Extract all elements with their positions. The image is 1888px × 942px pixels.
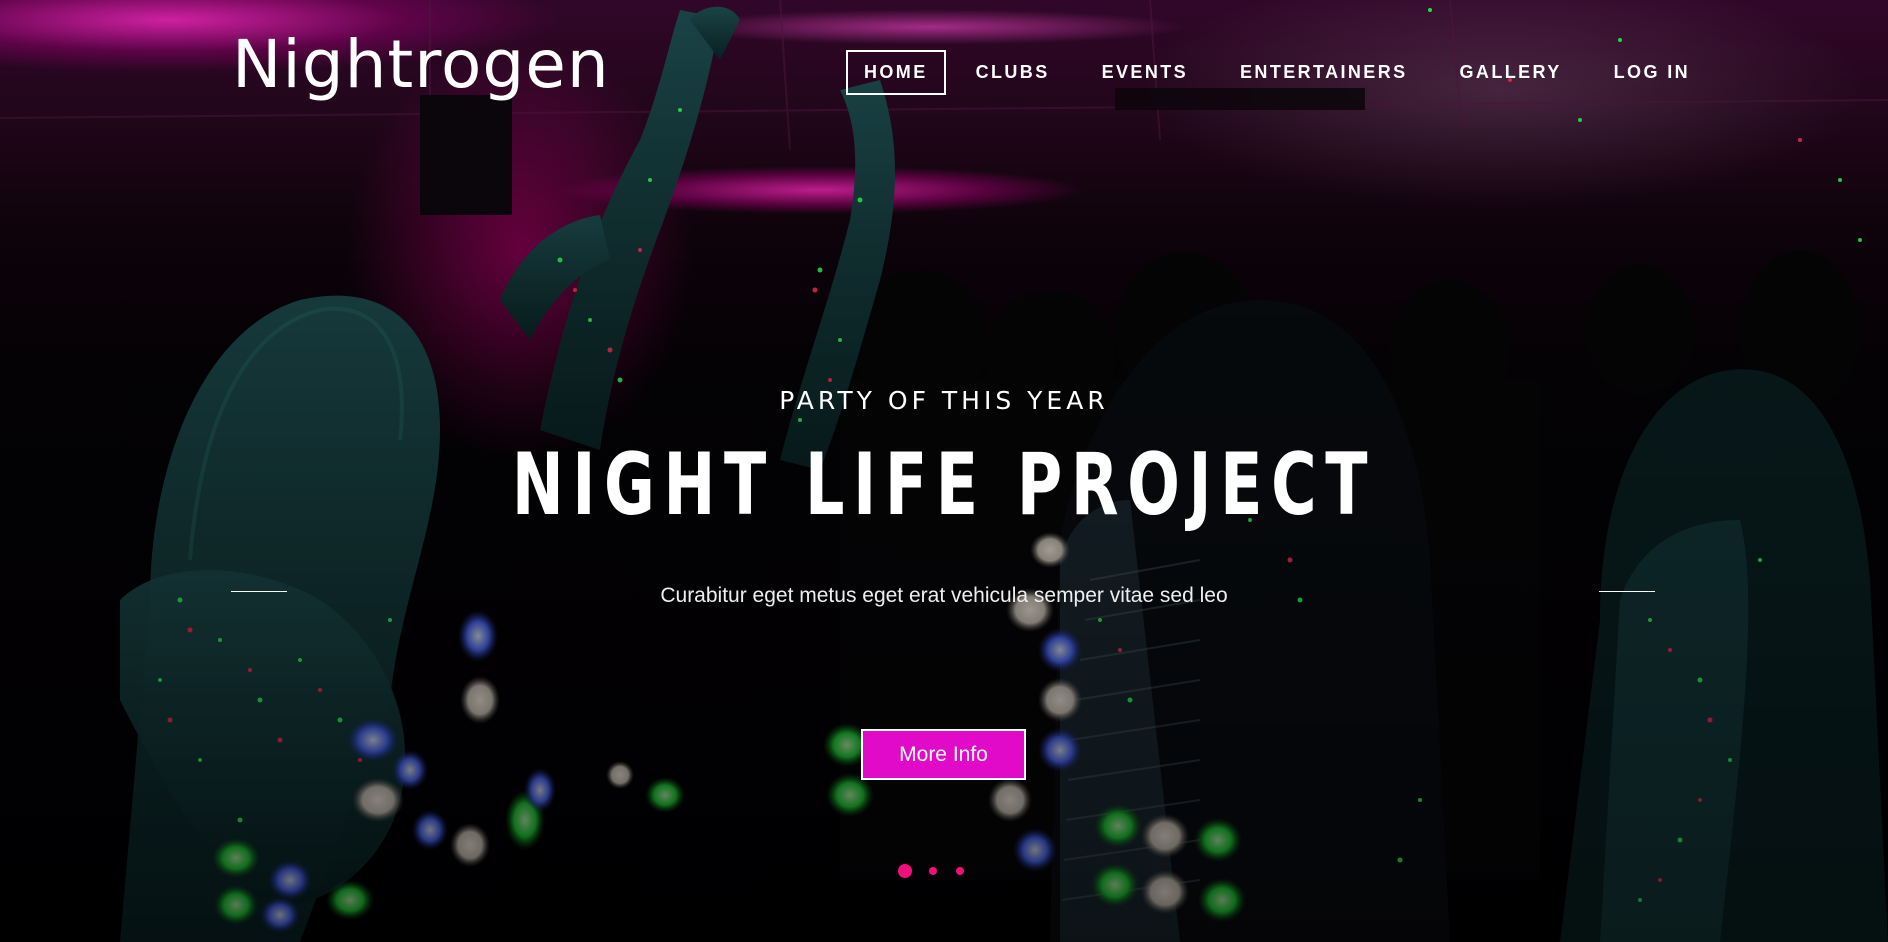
hero-headline: NIGHT LIFE PROJECT <box>511 435 1377 535</box>
slider-dot-3[interactable] <box>956 867 964 875</box>
nav-entertainers-link[interactable]: ENTERTAINERS <box>1222 50 1425 95</box>
hero-tagline: Curabitur eget metus eget erat vehicula … <box>660 584 1228 607</box>
nav-gallery-link[interactable]: GALLERY <box>1442 50 1580 95</box>
hero-section: Nightrogen HOME CLUBS EVENTS ENTERTAINER… <box>0 0 1888 942</box>
nav-events-link[interactable]: EVENTS <box>1084 50 1206 95</box>
slider-dot-2[interactable] <box>929 867 937 875</box>
brand-logo[interactable]: Nightrogen <box>232 26 610 103</box>
main-menu: HOME CLUBS EVENTS ENTERTAINERS GALLERY L… <box>846 49 1708 95</box>
slider-pagination <box>898 863 964 879</box>
nav-login-link[interactable]: LOG IN <box>1596 50 1708 95</box>
top-navigation: Nightrogen HOME CLUBS EVENTS ENTERTAINER… <box>0 0 1888 140</box>
more-info-button[interactable]: More Info <box>861 729 1026 780</box>
decorative-rule-right <box>1599 591 1655 592</box>
nav-home-link[interactable]: HOME <box>846 49 946 95</box>
nav-clubs-link[interactable]: CLUBS <box>958 50 1068 95</box>
slider-dot-1[interactable] <box>898 864 912 878</box>
hero-kicker: PARTY OF THIS YEAR <box>779 386 1109 415</box>
